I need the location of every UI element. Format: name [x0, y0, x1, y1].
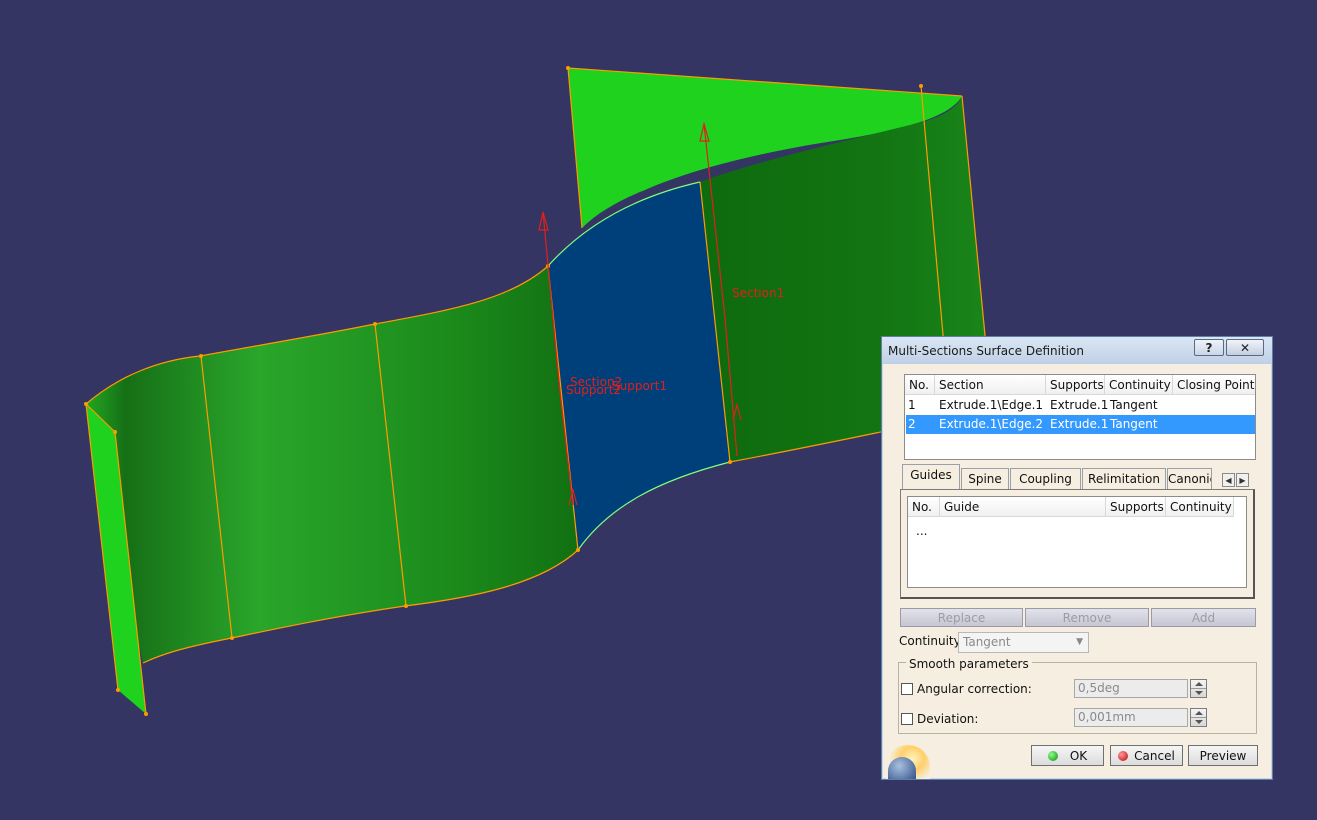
- ok-green-icon: [1047, 751, 1058, 761]
- row-continuity: Tangent: [1110, 398, 1158, 412]
- label-support1[interactable]: Support1: [612, 379, 667, 393]
- surface-selected-face[interactable]: [548, 182, 730, 550]
- col-guide[interactable]: Guide: [940, 497, 1106, 517]
- guides-list[interactable]: No. Guide Supports Continuity ...: [907, 496, 1247, 588]
- guides-placeholder[interactable]: ...: [916, 522, 927, 540]
- continuity-label: Continuity:: [899, 634, 964, 648]
- surface-left-face[interactable]: [86, 266, 578, 663]
- replace-button[interactable]: Replace: [900, 608, 1023, 627]
- tab-canonic[interactable]: Canonic: [1167, 468, 1212, 490]
- label-section1[interactable]: Section1: [732, 286, 784, 300]
- col-section[interactable]: Section: [935, 375, 1046, 395]
- row-section: Extrude.1\Edge.2: [939, 417, 1044, 431]
- tab-relimitation[interactable]: Relimitation: [1082, 468, 1166, 490]
- deviation-label: Deviation:: [917, 712, 979, 726]
- deviation-checkbox[interactable]: [901, 713, 913, 725]
- col-guide-no[interactable]: No.: [908, 497, 940, 517]
- deviation-spinner[interactable]: [1190, 708, 1207, 727]
- dialog-titlebar[interactable]: Multi-Sections Surface Definition ? ✕: [882, 337, 1272, 364]
- row-no: 2: [908, 417, 916, 431]
- deviation-field[interactable]: 0,001mm: [1074, 708, 1188, 727]
- cancel-red-icon: [1118, 751, 1129, 761]
- row-section: Extrude.1\Edge.1: [939, 398, 1044, 412]
- add-button[interactable]: Add: [1151, 608, 1256, 627]
- tab-scroll-right-icon[interactable]: ▶: [1236, 473, 1249, 487]
- tab-guides[interactable]: Guides: [902, 464, 960, 489]
- preview-button[interactable]: Preview: [1188, 745, 1258, 766]
- smooth-parameters-title: Smooth parameters: [906, 657, 1032, 671]
- cancel-label: Cancel: [1134, 749, 1175, 763]
- tab-spine[interactable]: Spine: [961, 468, 1009, 490]
- continuity-value: Tangent: [963, 635, 1011, 649]
- chevron-down-icon: ▼: [1076, 637, 1083, 647]
- dialog-title: Multi-Sections Surface Definition: [888, 344, 1084, 358]
- sections-list[interactable]: No. Section Supports Continuity Closing …: [904, 374, 1256, 460]
- section-row-selected[interactable]: 2 Extrude.1\Edge.2 Extrude.1 Tangent: [906, 415, 1255, 434]
- col-guide-supports[interactable]: Supports: [1106, 497, 1166, 517]
- col-guide-continuity[interactable]: Continuity: [1166, 497, 1234, 517]
- remove-button[interactable]: Remove: [1025, 608, 1149, 627]
- globe-earth-icon: [888, 757, 916, 779]
- row-supports: Extrude.1: [1050, 417, 1109, 431]
- close-button[interactable]: ✕: [1226, 339, 1264, 356]
- col-continuity[interactable]: Continuity: [1105, 375, 1173, 395]
- col-closing-point[interactable]: Closing Point: [1173, 375, 1255, 395]
- tab-coupling[interactable]: Coupling: [1010, 468, 1081, 490]
- ok-label: OK: [1069, 749, 1088, 763]
- continuity-select[interactable]: Tangent ▼: [958, 632, 1089, 653]
- ok-button[interactable]: OK: [1031, 745, 1104, 766]
- row-supports: Extrude.1: [1050, 398, 1109, 412]
- help-button[interactable]: ?: [1194, 339, 1224, 356]
- guides-panel: No. Guide Supports Continuity ...: [900, 489, 1255, 599]
- col-supports[interactable]: Supports: [1046, 375, 1105, 395]
- row-no: 1: [908, 398, 916, 412]
- row-continuity: Tangent: [1110, 417, 1158, 431]
- col-no[interactable]: No.: [905, 375, 935, 395]
- angular-correction-spinner[interactable]: [1190, 679, 1207, 698]
- multi-sections-surface-dialog: Multi-Sections Surface Definition ? ✕ No…: [881, 336, 1273, 780]
- tab-scroll-left-icon[interactable]: ◀: [1222, 473, 1235, 487]
- tab-panel: Guides Spine Coupling Relimitation Canon…: [900, 464, 1256, 600]
- section-row[interactable]: 1 Extrude.1\Edge.1 Extrude.1 Tangent: [906, 396, 1255, 415]
- angular-correction-checkbox[interactable]: [901, 683, 913, 695]
- angular-correction-label: Angular correction:: [917, 682, 1032, 696]
- angular-correction-field[interactable]: 0,5deg: [1074, 679, 1188, 698]
- cancel-button[interactable]: Cancel: [1110, 745, 1183, 766]
